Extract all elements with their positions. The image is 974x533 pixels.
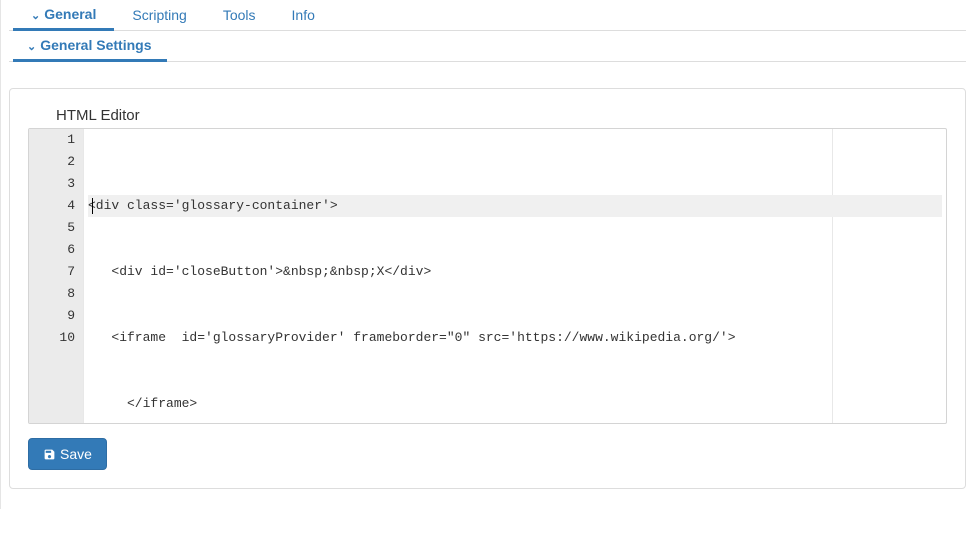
tab-scripting[interactable]: Scripting (114, 1, 204, 29)
subtab-general-settings[interactable]: ⌄ General Settings (13, 31, 167, 62)
line-number: 10 (29, 327, 75, 349)
subtab-general-settings-label: General Settings (40, 37, 151, 53)
line-number: 6 (29, 239, 75, 261)
line-number: 1 (29, 129, 75, 151)
code-line[interactable]: <div class='glossary-container'> (88, 195, 942, 217)
button-row: Save (28, 438, 947, 470)
tab-scripting-label: Scripting (132, 7, 186, 23)
code-line[interactable]: </iframe> (88, 393, 942, 415)
save-icon (43, 448, 56, 461)
editor-gutter: 1 2 3 4 5 6 7 8 9 10 (29, 129, 84, 423)
page-root: ⌄ General Scripting Tools Info ⌄ General S… (0, 0, 974, 509)
code-line[interactable]: <div id='closeButton'>&nbsp;&nbsp;X</div… (88, 261, 942, 283)
line-number: 5 (29, 217, 75, 239)
html-editor-label: HTML Editor (56, 107, 947, 124)
html-editor[interactable]: 1 2 3 4 5 6 7 8 9 10 <div class='glossar… (28, 128, 947, 424)
tab-general-label: General (44, 6, 96, 22)
sub-tab-row: ⌄ General Settings (9, 31, 966, 62)
line-number: 7 (29, 261, 75, 283)
line-number: 3 (29, 173, 75, 195)
line-number: 4 (29, 195, 75, 217)
code-line[interactable]: <iframe id='glossaryProvider' frameborde… (88, 327, 942, 349)
line-number: 8 (29, 283, 75, 305)
tab-info-label: Info (292, 7, 315, 23)
tab-tools[interactable]: Tools (205, 1, 274, 29)
save-button-label: Save (60, 446, 92, 462)
line-number: 9 (29, 305, 75, 327)
chevron-down-icon: ⌄ (27, 41, 36, 53)
text-cursor (92, 198, 93, 214)
code-text: <iframe id='glossaryProvider' frameborde… (88, 330, 736, 345)
save-button[interactable]: Save (28, 438, 107, 470)
code-text: <div id='closeButton'>&nbsp;&nbsp;X</div… (88, 264, 431, 279)
code-text: </iframe> (88, 396, 197, 411)
line-number: 2 (29, 151, 75, 173)
main-tab-row: ⌄ General Scripting Tools Info (9, 0, 966, 31)
code-text: <div class='glossary-container'> (88, 198, 338, 213)
chevron-down-icon: ⌄ (31, 9, 40, 22)
editor-content[interactable]: <div class='glossary-container'> <div id… (84, 129, 946, 423)
settings-panel: HTML Editor 1 2 3 4 5 6 7 8 9 10 <div cl… (9, 88, 966, 489)
tab-info[interactable]: Info (274, 1, 333, 29)
tab-general[interactable]: ⌄ General (13, 0, 114, 31)
tab-tools-label: Tools (223, 7, 256, 23)
